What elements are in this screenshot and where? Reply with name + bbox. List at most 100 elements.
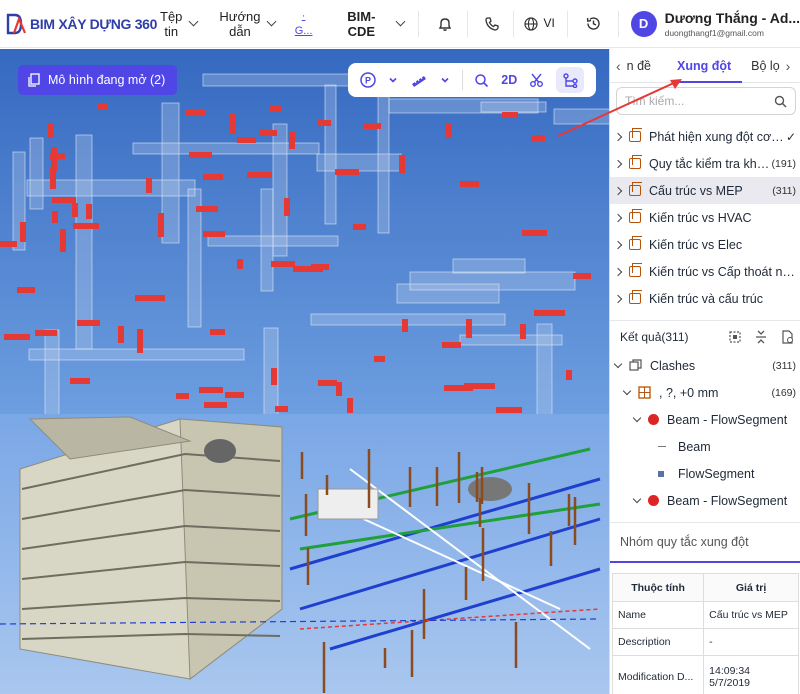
project-selector[interactable]: BIM-CDE xyxy=(334,9,406,39)
clash-marker[interactable] xyxy=(347,398,353,413)
clash-marker[interactable] xyxy=(522,230,547,236)
clash-marker[interactable] xyxy=(73,223,99,229)
clash-marker[interactable] xyxy=(289,132,295,149)
clash-marker[interactable] xyxy=(97,104,108,110)
clash-marker[interactable] xyxy=(17,287,35,293)
clash-marker[interactable] xyxy=(444,385,473,391)
clash-marker[interactable] xyxy=(72,203,78,217)
rule-item[interactable]: Kiến trúc vs Elec xyxy=(610,231,800,258)
clash-marker[interactable] xyxy=(271,261,295,267)
clash-marker[interactable] xyxy=(399,155,405,173)
clash-marker[interactable] xyxy=(176,393,189,399)
clash-marker[interactable] xyxy=(137,329,143,353)
clash-marker[interactable] xyxy=(237,137,256,143)
rule-item[interactable]: Cấu trúc vs MEP (311) xyxy=(610,177,800,204)
clash-marker[interactable] xyxy=(4,334,30,340)
nav-file-menu[interactable]: Tệp tin xyxy=(160,9,199,39)
clash-marker[interactable] xyxy=(336,382,342,396)
clash-item[interactable]: Beam - FlowSegment xyxy=(610,406,800,433)
clash-marker[interactable] xyxy=(573,273,591,279)
clash-marker[interactable] xyxy=(275,406,288,412)
clash-marker[interactable] xyxy=(335,169,359,175)
nav-link[interactable]: · G... xyxy=(291,9,315,39)
nav-help-menu[interactable]: Hướng dẫn xyxy=(219,9,277,39)
clash-marker[interactable] xyxy=(466,319,472,338)
clash-marker[interactable] xyxy=(204,402,227,408)
clash-marker[interactable] xyxy=(270,105,282,111)
clash-marker[interactable] xyxy=(203,231,225,237)
tab-issues[interactable]: n đề xyxy=(621,59,657,73)
user-menu[interactable]: D Dương Thắng - Ad... duongthangf1@gmail… xyxy=(630,10,800,38)
model-viewer[interactable]: Mô hình đang mở (2) P 2D xyxy=(0,49,609,694)
clash-marker[interactable] xyxy=(496,407,522,413)
clash-marker[interactable] xyxy=(531,135,545,141)
clash-marker[interactable] xyxy=(70,378,90,384)
clash-marker[interactable] xyxy=(318,380,337,386)
clash-marker[interactable] xyxy=(284,198,290,216)
clash-marker[interactable] xyxy=(52,211,58,223)
clash-marker[interactable] xyxy=(146,178,152,193)
collapse-icon[interactable] xyxy=(754,330,768,344)
clash-marker[interactable] xyxy=(60,229,66,252)
tab-scroll-right[interactable]: › xyxy=(786,58,791,74)
history-button[interactable] xyxy=(580,10,608,38)
clash-marker[interactable] xyxy=(460,181,479,187)
search-icon[interactable] xyxy=(474,73,489,88)
clash-marker[interactable] xyxy=(51,147,57,171)
select-all-icon[interactable] xyxy=(728,330,742,344)
rule-item[interactable]: Kiến trúc vs HVAC xyxy=(610,204,800,231)
rule-item[interactable]: Kiến trúc vs Cấp thoát nước xyxy=(610,258,800,285)
clash-marker[interactable] xyxy=(199,387,223,393)
clash-marker[interactable] xyxy=(77,320,100,326)
rule-item[interactable]: Phát hiện xung đột cơ bản ✓ xyxy=(610,123,800,150)
clash-marker[interactable] xyxy=(189,152,212,158)
clash-marker[interactable] xyxy=(20,222,26,242)
clash-group-node[interactable]: , ?, +0 mm (169) xyxy=(610,379,800,406)
app-logo[interactable]: BIM XÂY DỰNG 360 xyxy=(6,13,157,35)
rule-item[interactable]: Quy tắc kiểm tra khoả... (191) xyxy=(610,150,800,177)
clash-marker[interactable] xyxy=(35,330,57,336)
clash-element[interactable]: Beam xyxy=(610,433,800,460)
call-button[interactable] xyxy=(478,10,506,38)
clash-marker[interactable] xyxy=(502,112,518,118)
rule-item[interactable]: Kiến trúc và cấu trúc xyxy=(610,285,800,312)
open-models-button[interactable]: Mô hình đang mở (2) xyxy=(18,65,178,95)
clash-marker[interactable] xyxy=(0,241,17,247)
clash-marker[interactable] xyxy=(50,168,56,189)
clash-marker[interactable] xyxy=(534,310,565,316)
measure-icon[interactable] xyxy=(410,73,428,87)
clash-element[interactable]: FlowSegment xyxy=(610,460,800,487)
clash-marker[interactable] xyxy=(271,368,277,385)
chevron-down-icon[interactable] xyxy=(388,75,398,85)
clash-marker[interactable] xyxy=(353,224,366,230)
clash-marker[interactable] xyxy=(185,110,206,116)
clashes-node[interactable]: Clashes (311) xyxy=(610,352,800,379)
projection-button[interactable]: P xyxy=(360,72,376,88)
chevron-down-icon[interactable] xyxy=(440,75,450,85)
clash-marker[interactable] xyxy=(196,206,218,212)
clash-marker[interactable] xyxy=(210,329,225,335)
clash-marker[interactable] xyxy=(363,123,381,129)
tab-clash[interactable]: Xung đột xyxy=(671,59,737,73)
clash-marker[interactable] xyxy=(247,172,272,178)
search-input[interactable]: Tìm kiếm... xyxy=(616,87,796,115)
notification-button[interactable] xyxy=(431,10,459,38)
clash-marker[interactable] xyxy=(118,326,124,343)
clash-marker[interactable] xyxy=(225,392,244,398)
clash-item[interactable]: Beam - FlowSegment xyxy=(610,487,800,514)
clash-marker[interactable] xyxy=(135,295,165,301)
tab-filters[interactable]: Bộ lọ xyxy=(745,59,786,73)
clash-marker[interactable] xyxy=(203,174,223,180)
export-icon[interactable] xyxy=(780,329,794,344)
clash-marker[interactable] xyxy=(293,266,323,272)
clash-marker[interactable] xyxy=(446,124,452,138)
clash-marker[interactable] xyxy=(374,356,385,362)
clash-marker[interactable] xyxy=(318,120,331,126)
clash-marker[interactable] xyxy=(260,130,277,136)
clash-marker[interactable] xyxy=(230,113,236,134)
model-tree-button[interactable] xyxy=(556,67,585,93)
model-scene[interactable] xyxy=(0,49,609,694)
clash-marker[interactable] xyxy=(237,259,243,269)
clash-marker[interactable] xyxy=(158,213,164,237)
clash-marker[interactable] xyxy=(442,342,461,348)
